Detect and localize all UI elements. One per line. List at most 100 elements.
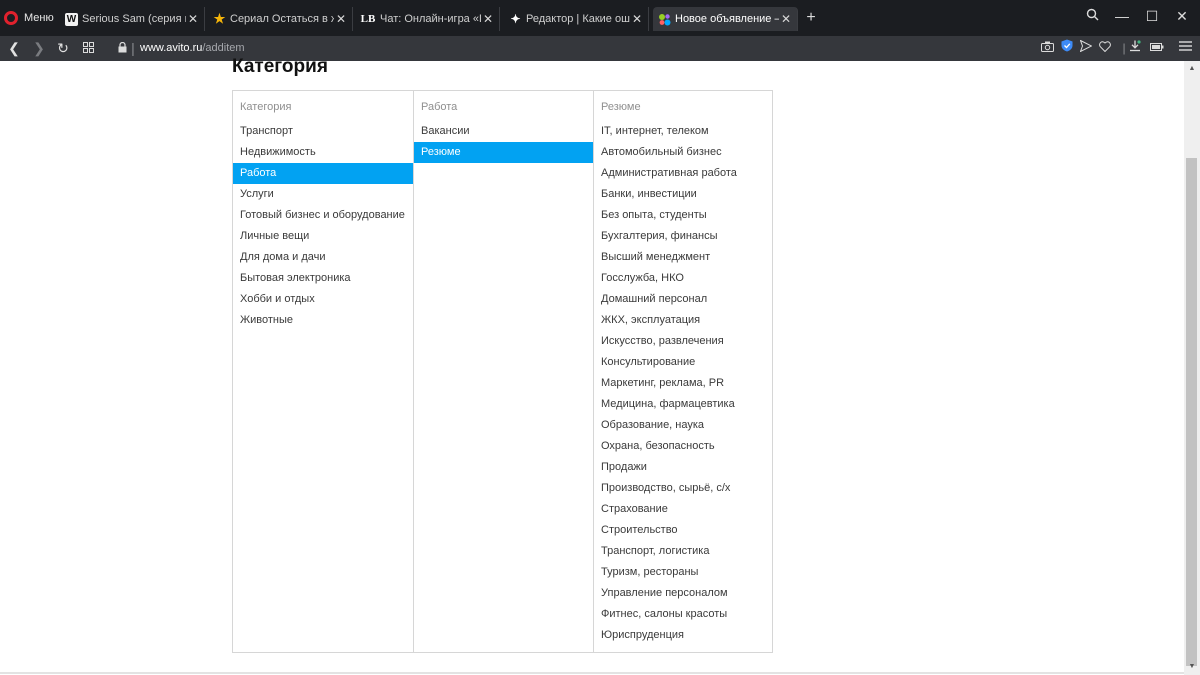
url-path: /additem [202,42,245,54]
close-icon[interactable]: ✕ [779,12,793,26]
snapshot-button[interactable] [1038,38,1056,58]
scrollbar-thumb[interactable] [1186,158,1197,666]
search-tabs-button[interactable] [1078,4,1106,28]
list-item[interactable]: Продажи [594,457,772,478]
battery-icon [1150,43,1164,51]
star-icon: ★ [213,11,226,26]
tab-title: Редактор | Какие ошибки за [526,13,630,25]
list-item[interactable]: Вакансии [414,121,594,142]
tab-serious-sam[interactable]: W Serious Sam (серия игр) — Ви ✕ [60,7,205,31]
list-item[interactable]: Животные [233,310,413,331]
list-item[interactable]: Производство, сырьё, с/х [594,478,772,499]
tab-new-ad-active[interactable]: Новое объявление — Объявле ✕ [653,7,798,31]
list-item[interactable]: Юриспруденция [594,625,772,646]
list-item[interactable]: Автомобильный бизнес [594,142,772,163]
page-title: Категория [232,56,328,77]
column-title: Работа [421,101,458,113]
list-item[interactable]: Без опыта, студенты [594,205,772,226]
opera-menu-button[interactable]: Меню [4,7,54,29]
send-icon [1079,39,1093,53]
scroll-down-arrow-icon[interactable]: ▼ [1184,659,1200,675]
list-item[interactable]: IT, интернет, телеком [594,121,772,142]
list-item[interactable]: Недвижимость [233,142,413,163]
close-icon[interactable]: ✕ [334,12,348,26]
list-item[interactable]: Банки, инвестиции [594,184,772,205]
list-item[interactable]: Хобби и отдых [233,289,413,310]
back-button[interactable]: ❮ [4,38,24,58]
close-window-button[interactable]: ✕ [1168,4,1196,28]
speed-dial-button[interactable] [78,38,98,58]
download-icon [1130,40,1141,52]
battery-saver-button[interactable] [1148,38,1166,58]
list-item[interactable]: Управление персоналом [594,583,772,604]
url-host: www.avito.ru [140,42,203,54]
list-item[interactable]: Готовый бизнес и оборудование [233,205,413,226]
category-list: Транспорт Недвижимость Работа Услуги Готовый… [233,121,413,331]
list-item[interactable]: Бухгалтерия, финансы [594,226,772,247]
search-icon [1086,8,1098,21]
scroll-up-arrow-icon[interactable]: ▲ [1184,61,1200,77]
list-item[interactable]: Консультирование [594,352,772,373]
list-item[interactable]: Транспорт, логистика [594,541,772,562]
tab-title: Serious Sam (серия игр) — Ви [82,13,186,25]
avito-icon [658,13,671,26]
resume-category-list: IT, интернет, телеком Автомобильный бизне… [594,121,772,646]
list-item[interactable]: Личные вещи [233,226,413,247]
list-item[interactable]: Домашний персонал [594,289,772,310]
list-item[interactable]: Маркетинг, реклама, PR [594,373,772,394]
list-item-selected[interactable]: Резюме [414,142,594,163]
list-item[interactable]: ЖКХ, эксплуатация [594,310,772,331]
page-scrollbar[interactable]: ▲ ▼ [1184,61,1200,675]
menu-icon [1178,41,1192,51]
subcategory-column: Работа Вакансии Резюме [413,91,594,652]
adblock-button[interactable] [1058,38,1076,58]
list-item[interactable]: Строительство [594,520,772,541]
list-item[interactable]: Административная работа [594,163,772,184]
list-item[interactable]: Бытовая электроника [233,268,413,289]
list-item[interactable]: Для дома и дачи [233,247,413,268]
tab-lb-chat[interactable]: LB Чат: Онлайн-игра «Последни ✕ [355,7,500,31]
tab-title: Новое объявление — Объявле [675,13,779,25]
list-item[interactable]: Туризм, рестораны [594,562,772,583]
subcategory-list: Вакансии Резюме [414,121,594,163]
grid-icon [82,42,94,53]
maximize-button[interactable]: ☐ [1138,4,1166,28]
resume-column: Резюме IT, интернет, телеком Автомобильны… [593,91,772,652]
lb-icon: LB [360,13,376,25]
list-item-selected[interactable]: Работа [233,163,413,184]
list-item[interactable]: Охрана, безопасность [594,436,772,457]
close-icon[interactable]: ✕ [630,12,644,26]
tab-title: Чат: Онлайн-игра «Последни [380,13,481,25]
list-item[interactable]: Транспорт [233,121,413,142]
page-content: Категория Категория Транспорт Недвижимост… [0,56,1200,675]
list-item[interactable]: Страхование [594,499,772,520]
list-item[interactable]: Услуги [233,184,413,205]
category-column: Категория Транспорт Недвижимость Работа Усл… [233,91,413,652]
list-item[interactable]: Образование, наука [594,415,772,436]
list-item[interactable]: Фитнес, салоны красоты [594,604,772,625]
easy-setup-button[interactable] [1176,38,1194,58]
tab-bar: Меню W Serious Sam (серия игр) — Ви ✕ ★ … [0,0,1200,36]
url-field[interactable]: www.avito.ru/additem [140,39,245,57]
camera-icon [1040,41,1054,52]
close-icon[interactable]: ✕ [186,12,200,26]
heart-icon [1099,41,1111,53]
tab-title: Сериал Остаться в живых (Lo [230,13,334,25]
category-picker: Категория Транспорт Недвижимость Работа Усл… [232,90,773,653]
new-tab-button[interactable]: + [803,8,819,28]
forward-button[interactable]: ❯ [29,38,49,58]
favorites-button[interactable] [1096,38,1114,58]
close-icon[interactable]: ✕ [481,12,495,26]
list-item[interactable]: Медицина, фармацевтика [594,394,772,415]
tab-lost-series[interactable]: ★ Сериал Остаться в живых (Lo ✕ [208,7,353,31]
list-item[interactable]: Искусство, развлечения [594,331,772,352]
downloads-button[interactable] [1126,38,1144,58]
minimize-button[interactable]: — [1108,4,1136,28]
list-item[interactable]: Высший менеджмент [594,247,772,268]
wikipedia-icon: W [65,12,78,26]
tab-editor[interactable]: ✦ Редактор | Какие ошибки за ✕ [504,7,649,31]
list-item[interactable]: Госслужба, НКО [594,268,772,289]
address-bar: ❮ ❯ ↻ | www.avito.ru/additem | [0,36,1200,61]
reload-button[interactable]: ↻ [53,38,73,58]
send-button[interactable] [1077,38,1095,58]
